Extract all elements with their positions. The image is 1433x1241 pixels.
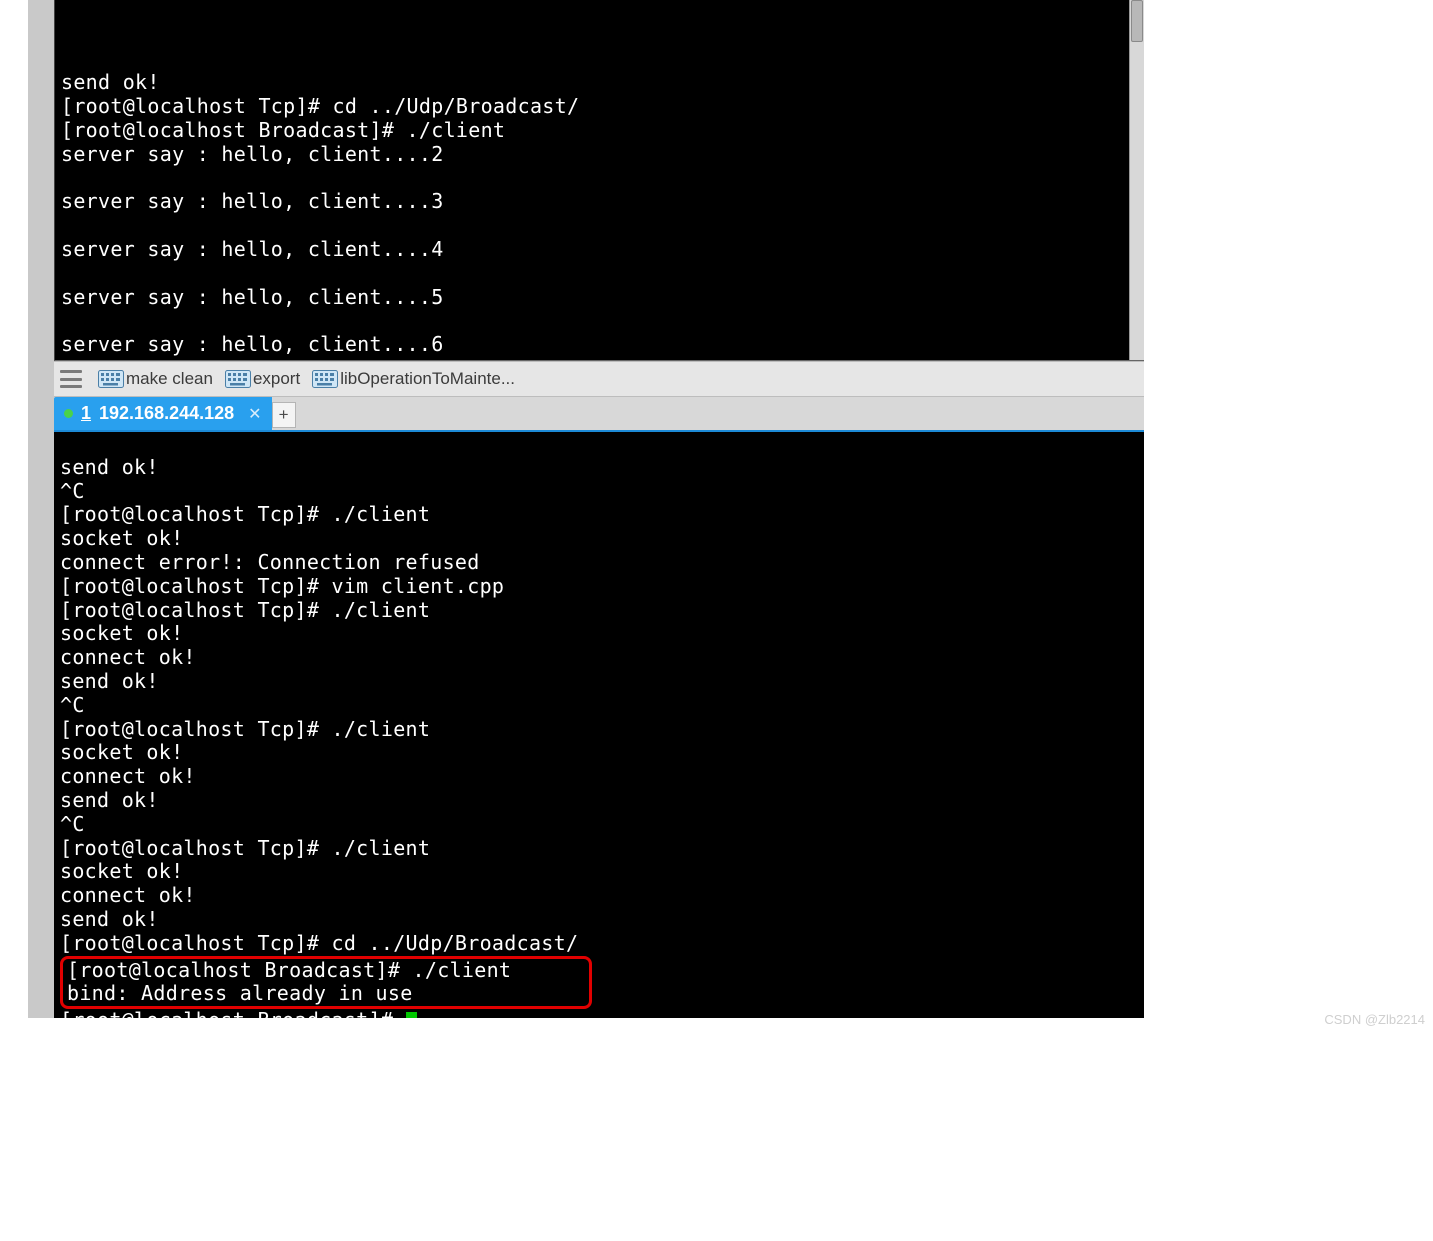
tab-index: 1	[81, 403, 91, 424]
term1-line: server say : hello, client....3	[61, 189, 444, 213]
term2-prompt: [root@localhost Broadcast]#	[60, 1008, 406, 1018]
scrollbar[interactable]	[1129, 0, 1144, 361]
term2-line: [root@localhost Tcp]# ./client	[60, 836, 430, 860]
scrollbar-thumb[interactable]	[1131, 0, 1143, 42]
term2-line: socket ok!	[60, 740, 183, 764]
toolbar: make clean export libOperationToMainte..…	[54, 361, 1144, 397]
term2-line: connect ok!	[60, 764, 196, 788]
term2-line: [root@localhost Tcp]# cd ../Udp/Broadcas…	[60, 931, 578, 955]
term2-line: connect ok!	[60, 645, 196, 669]
term1-content: send ok! [root@localhost Tcp]# cd ../Udp…	[61, 48, 1140, 361]
term2-line: [root@localhost Tcp]# vim client.cpp	[60, 574, 504, 598]
side-gutter	[28, 0, 54, 1018]
terminal-bottom[interactable]: send ok! ^C [root@localhost Tcp]# ./clie…	[54, 432, 1144, 1018]
keyboard-icon	[225, 370, 251, 388]
main-column: send ok! [root@localhost Tcp]# cd ../Udp…	[54, 0, 1144, 1018]
new-tab-button[interactable]: +	[272, 402, 296, 428]
toolbar-label: libOperationToMainte...	[340, 369, 515, 389]
term2-line: send ok!	[60, 907, 159, 931]
keyboard-icon	[98, 370, 124, 388]
term2-line: ^C	[60, 693, 85, 717]
term2-line: socket ok!	[60, 526, 183, 550]
term2-line: [root@localhost Tcp]# ./client	[60, 717, 430, 741]
term2-line: [root@localhost Tcp]# ./client	[60, 502, 430, 526]
tab-host: 192.168.244.128	[99, 403, 234, 424]
term2-line: ^C	[60, 812, 85, 836]
toolbar-item-make-clean[interactable]: make clean	[98, 369, 213, 389]
toolbar-label: export	[253, 369, 300, 389]
term2-line: ^C	[60, 479, 85, 503]
keyboard-icon	[312, 370, 338, 388]
term1-line: [root@localhost Broadcast]# ./client	[61, 118, 505, 142]
term2-line: send ok!	[60, 788, 159, 812]
term2-line: connect error!: Connection refused	[60, 550, 480, 574]
term2-line: send ok!	[60, 455, 159, 479]
term1-line: server say : hello, client....5	[61, 285, 444, 309]
toolbar-item-liboperation[interactable]: libOperationToMainte...	[312, 369, 515, 389]
term1-line: server say : hello, client....4	[61, 237, 444, 261]
status-dot-icon	[64, 409, 73, 418]
boxed-line: bind: Address already in use	[67, 981, 413, 1005]
term2-line: [root@localhost Tcp]# ./client	[60, 598, 430, 622]
menu-icon[interactable]	[60, 368, 82, 390]
session-tab[interactable]: 1 192.168.244.128 ✕	[54, 397, 272, 430]
highlight-box: [root@localhost Broadcast]# ./client bin…	[60, 956, 592, 1010]
tabbar: 1 192.168.244.128 ✕ +	[54, 397, 1144, 432]
term2-line: socket ok!	[60, 859, 183, 883]
boxed-line: [root@localhost Broadcast]# ./client	[67, 958, 511, 982]
terminal-top[interactable]: send ok! [root@localhost Tcp]# cd ../Udp…	[54, 0, 1144, 361]
term2-line: connect ok!	[60, 883, 196, 907]
term1-line: [root@localhost Tcp]# cd ../Udp/Broadcas…	[61, 94, 579, 118]
term1-line: server say : hello, client....2	[61, 142, 444, 166]
term1-line: server say : hello, client....6	[61, 332, 444, 356]
toolbar-item-export[interactable]: export	[225, 369, 300, 389]
cursor-icon	[406, 1012, 417, 1018]
watermark: CSDN @Zlb2214	[1324, 1012, 1425, 1027]
close-icon[interactable]: ✕	[248, 404, 261, 424]
toolbar-label: make clean	[126, 369, 213, 389]
term2-line: socket ok!	[60, 621, 183, 645]
term1-line: send ok!	[61, 70, 160, 94]
term2-line: send ok!	[60, 669, 159, 693]
